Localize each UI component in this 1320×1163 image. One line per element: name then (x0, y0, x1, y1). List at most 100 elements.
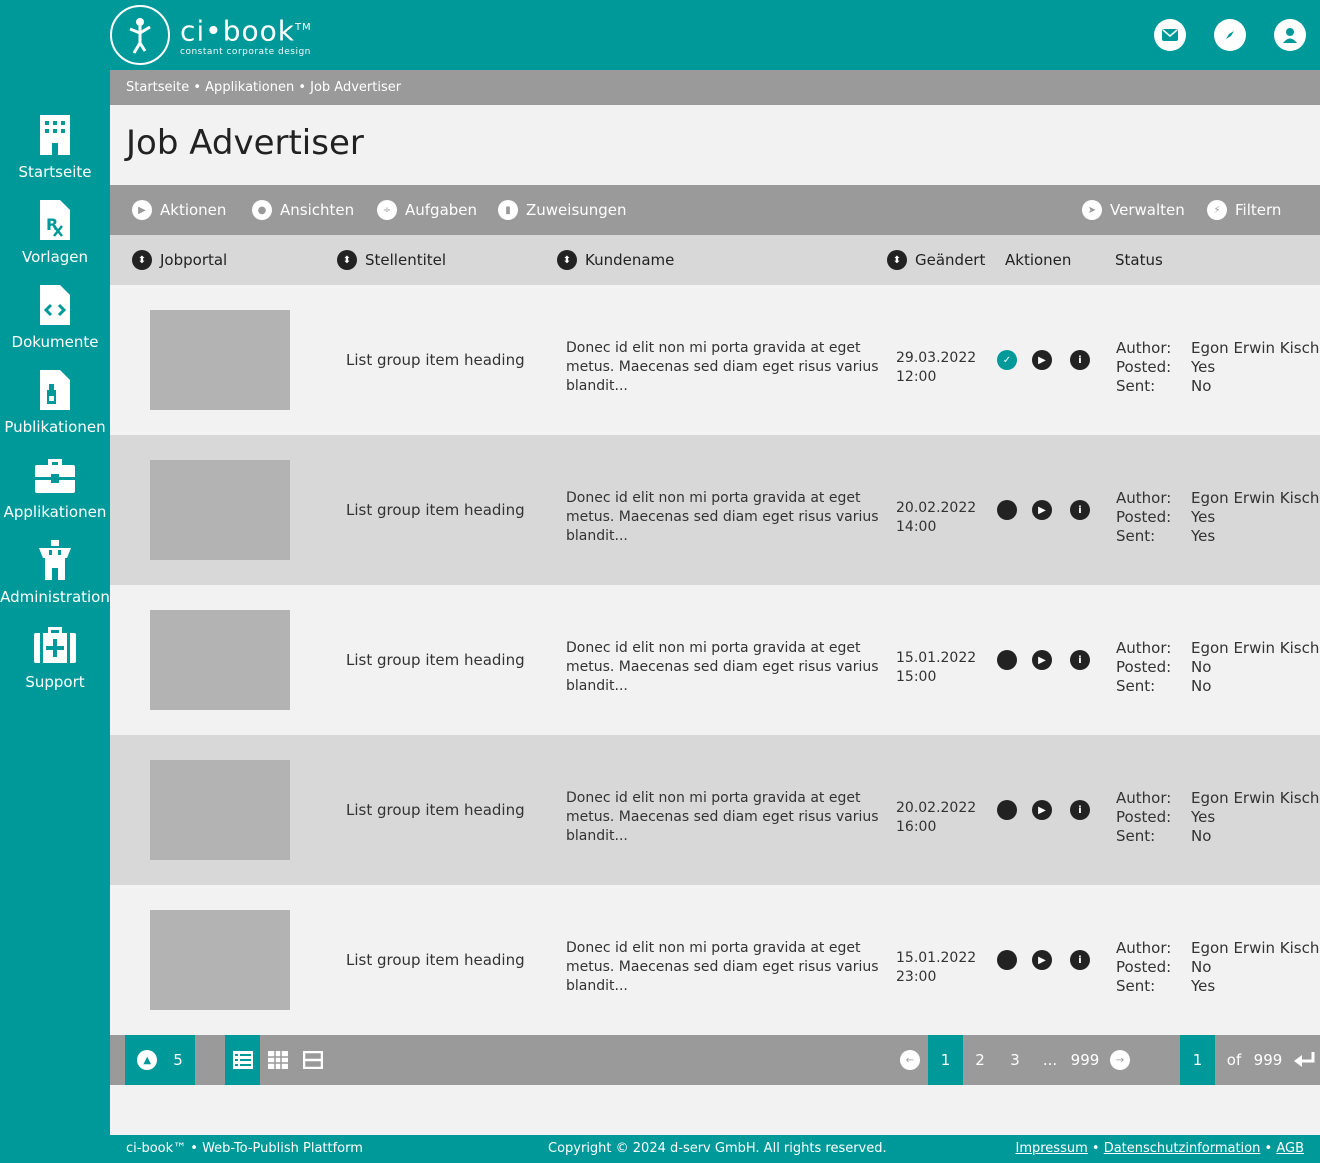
aktionen-label: Aktionen (160, 201, 227, 219)
go-button[interactable] (1290, 1035, 1320, 1085)
play-icon[interactable]: ▶ (1032, 350, 1052, 370)
status-dot-icon[interactable] (997, 500, 1017, 520)
page-1-button[interactable]: 1 (928, 1035, 963, 1085)
row-heading[interactable]: List group item heading (346, 435, 525, 585)
page-3-button[interactable]: 3 (1000, 1035, 1030, 1085)
logo[interactable]: ci•bookTM constant corporate design (110, 5, 312, 65)
sidebar-item-administration[interactable]: Administration (0, 540, 110, 606)
status-author: Egon Erwin Kisch (1191, 789, 1320, 807)
status-dot-icon[interactable] (997, 800, 1017, 820)
table-row[interactable]: List group item heading Donec id elit no… (110, 285, 1320, 435)
table-row[interactable]: List group item heading Donec id elit no… (110, 735, 1320, 885)
dot-icon: ● (252, 200, 272, 220)
footer-separator: • (1264, 1141, 1273, 1156)
info-icon[interactable]: i (1070, 950, 1090, 970)
empty-area (110, 1085, 1320, 1135)
verwalten-button[interactable]: ➤ Verwalten (1082, 185, 1185, 235)
row-changed-date: 29.03.2022 12:00 (896, 349, 976, 387)
send-icon: ➤ (1082, 200, 1102, 220)
row-changed-date: 15.01.2022 15:00 (896, 649, 976, 687)
sidebar-label: Vorlagen (21, 248, 89, 266)
info-icon[interactable]: i (1070, 500, 1090, 520)
status-author: Egon Erwin Kisch (1191, 489, 1320, 507)
mail-icon[interactable] (1154, 19, 1186, 51)
row-heading[interactable]: List group item heading (346, 585, 525, 735)
status-dot-icon[interactable] (997, 950, 1017, 970)
aufgaben-button[interactable]: ÷ Aufgaben (377, 185, 477, 235)
check-icon[interactable]: ✓ (997, 350, 1017, 370)
column-kundenname[interactable]: ⬍ Kundename (557, 235, 674, 285)
column-label: Jobportal (160, 251, 228, 269)
row-heading[interactable]: List group item heading (346, 885, 525, 1035)
agb-link[interactable]: AGB (1276, 1141, 1304, 1156)
row-changed-date: 20.02.2022 16:00 (896, 799, 976, 837)
page-title: Job Advertiser (126, 123, 364, 163)
row-heading[interactable]: List group item heading (346, 285, 525, 435)
card-view-icon (302, 1051, 323, 1069)
row-date: 20.02.2022 (896, 500, 977, 516)
sidebar-item-publikationen[interactable]: Publikationen (0, 370, 110, 436)
user-icon[interactable] (1274, 19, 1306, 51)
status-key: Author: (1116, 639, 1172, 657)
row-heading[interactable]: List group item heading (346, 735, 525, 885)
sidebar-item-dokumente[interactable]: Dokumente (0, 285, 110, 351)
status-posted: Yes (1191, 508, 1216, 526)
grid-view-button[interactable] (260, 1035, 295, 1085)
info-icon[interactable]: i (1070, 350, 1090, 370)
page-number: 1 (940, 1051, 951, 1069)
filtern-button[interactable]: ⚡ Filtern (1207, 185, 1281, 235)
page-number: 3 (1010, 1051, 1020, 1069)
column-jobportal[interactable]: ⬍ Jobportal (132, 235, 227, 285)
page-2-button[interactable]: 2 (965, 1035, 995, 1085)
breadcrumb[interactable]: Startseite • Applikationen • Job Adverti… (110, 70, 1320, 105)
next-page-button[interactable]: → (1105, 1035, 1135, 1085)
table-row[interactable]: List group item heading Donec id elit no… (110, 885, 1320, 1035)
jobportal-thumbnail (150, 460, 290, 560)
page-999-button[interactable]: 999 (1065, 1035, 1105, 1085)
sort-icon: ⬍ (132, 250, 152, 270)
list-view-button[interactable] (225, 1035, 260, 1085)
divide-icon: ÷ (377, 200, 397, 220)
status-key: Posted: (1116, 808, 1172, 826)
datenschutz-link[interactable]: Datenschutzinformation (1104, 1141, 1261, 1156)
play-icon[interactable]: ▶ (1032, 500, 1052, 520)
aktionen-button[interactable]: ▶ Aktionen (132, 185, 226, 235)
sidebar: Startseite R Vorlagen Dokumente Publikat… (0, 70, 110, 1163)
per-page-selector[interactable]: ▲ 5 (125, 1035, 195, 1085)
row-date: 29.03.2022 (896, 350, 977, 366)
ansichten-button[interactable]: ● Ansichten (252, 185, 354, 235)
play-icon[interactable]: ▶ (1032, 950, 1052, 970)
status-key: Author: (1116, 489, 1172, 507)
toolbar: ▶ Aktionen ● Ansichten ÷ Aufgaben ▮ Zuweisun… (110, 185, 1320, 235)
sidebar-item-support[interactable]: Support (0, 625, 110, 691)
info-icon[interactable]: i (1070, 650, 1090, 670)
info-icon[interactable]: i (1070, 800, 1090, 820)
table-row[interactable]: List group item heading Donec id elit no… (110, 585, 1320, 735)
sidebar-item-startseite[interactable]: Startseite (0, 115, 110, 181)
sort-icon: ⬍ (887, 250, 907, 270)
row-description: Donec id elit non mi porta gravida at eg… (566, 790, 879, 844)
play-icon[interactable]: ▶ (1032, 800, 1052, 820)
sidebar-label: Publikationen (4, 418, 106, 436)
column-geaendert[interactable]: ⬍ Geändert (887, 235, 985, 285)
prev-page-button[interactable]: ← (895, 1035, 925, 1085)
status-dot-icon[interactable] (997, 650, 1017, 670)
status-sent: Yes (1191, 977, 1216, 995)
sidebar-label: Administration (0, 588, 110, 606)
ansichten-label: Ansichten (280, 201, 355, 219)
filtern-label: Filtern (1235, 201, 1282, 219)
play-icon[interactable]: ▶ (1032, 650, 1052, 670)
table-row[interactable]: List group item heading Donec id elit no… (110, 435, 1320, 585)
sidebar-item-applikationen[interactable]: Applikationen (0, 455, 110, 521)
card-view-button[interactable] (295, 1035, 330, 1085)
compass-icon[interactable] (1214, 19, 1246, 51)
zuweisungen-button[interactable]: ▮ Zuweisungen (498, 185, 627, 235)
status-key: Sent: (1116, 827, 1156, 845)
footer-links: Impressum • Datenschutzinformation • AGB (1015, 1141, 1304, 1156)
impressum-link[interactable]: Impressum (1015, 1141, 1087, 1156)
column-stellentitel[interactable]: ⬍ Stellentitel (337, 235, 446, 285)
page-ellipsis: ... (1035, 1035, 1065, 1085)
column-label: Geändert (915, 251, 986, 269)
sidebar-item-vorlagen[interactable]: R Vorlagen (0, 200, 110, 266)
current-page-input[interactable]: 1 (1180, 1035, 1215, 1085)
